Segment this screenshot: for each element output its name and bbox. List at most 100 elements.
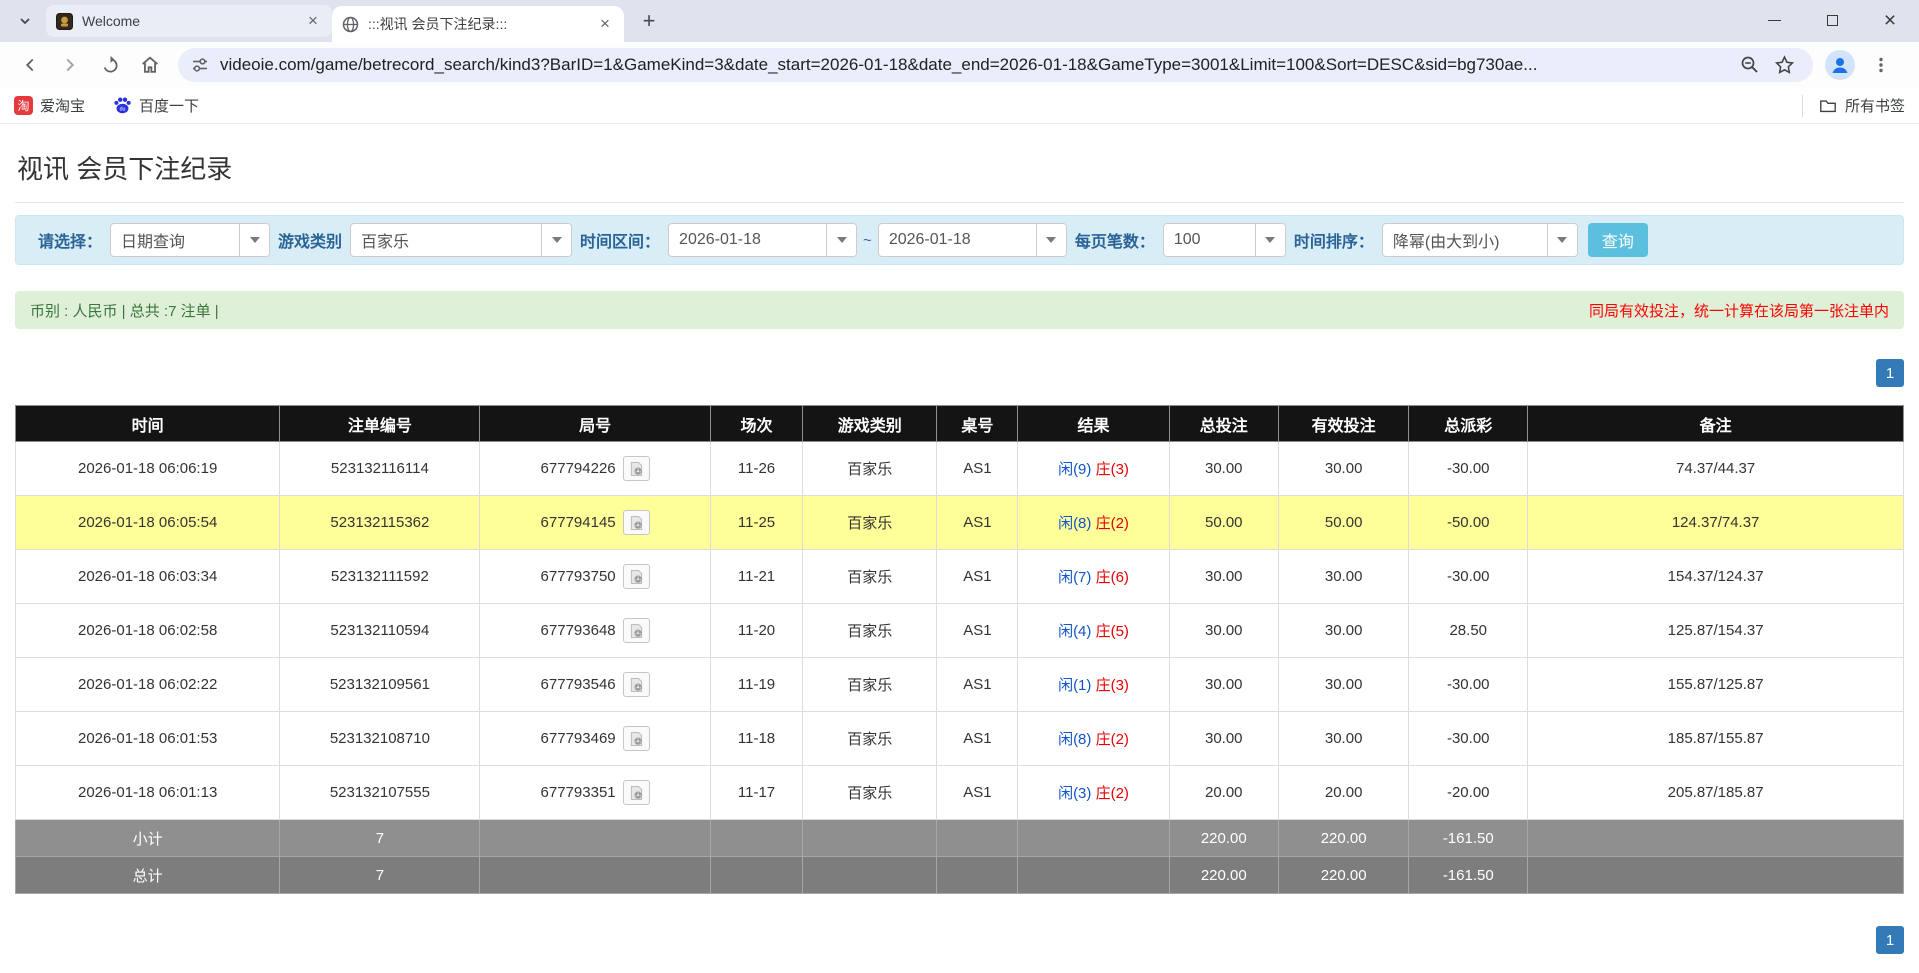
- cell-bet-id: 523132110594: [280, 604, 480, 658]
- cell-time: 2026-01-18 06:03:34: [16, 550, 280, 604]
- date-end-select[interactable]: 2026-01-18: [878, 223, 1067, 257]
- cell-game-kind: 百家乐: [803, 550, 937, 604]
- video-replay-icon: [627, 730, 646, 748]
- all-bookmarks-button[interactable]: 所有书签: [1802, 95, 1905, 117]
- sort-select[interactable]: 降幂(由大到小): [1382, 223, 1578, 257]
- cell-session: 11-25: [710, 496, 803, 550]
- cell-game-kind: 百家乐: [803, 712, 937, 766]
- tab-close-icon[interactable]: ×: [304, 11, 322, 31]
- bet-records-table: 时间注单编号局号场次游戏类别桌号结果总投注有效投注总派彩备注 2026-01-1…: [15, 405, 1904, 894]
- dropdown-toggle[interactable]: [1036, 224, 1066, 256]
- bookmark-star-icon[interactable]: [1767, 50, 1801, 80]
- header-row: 时间注单编号局号场次游戏类别桌号结果总投注有效投注总派彩备注: [16, 406, 1904, 442]
- cell-empty: [480, 857, 710, 894]
- video-replay-button[interactable]: [623, 456, 650, 481]
- column-header-10: 备注: [1528, 406, 1904, 442]
- dropdown-toggle[interactable]: [1255, 224, 1285, 256]
- column-header-9: 总派彩: [1409, 406, 1528, 442]
- close-button[interactable]: ×: [1861, 0, 1919, 40]
- new-tab-button[interactable]: +: [634, 6, 664, 36]
- dropdown-toggle[interactable]: [541, 224, 571, 256]
- result-banker: 庄(2): [1096, 515, 1129, 532]
- date-start-select[interactable]: 2026-01-18: [668, 223, 857, 257]
- page-number-button[interactable]: 1: [1876, 359, 1904, 387]
- cell-empty: [803, 820, 937, 857]
- tab-welcome[interactable]: Welcome ×: [46, 5, 332, 37]
- column-header-2: 局号: [480, 406, 710, 442]
- dropdown-toggle[interactable]: [826, 224, 856, 256]
- result-banker: 庄(6): [1096, 569, 1129, 586]
- cell-valid-bet: 30.00: [1279, 604, 1409, 658]
- tune-icon[interactable]: [190, 55, 210, 75]
- cell-time: 2026-01-18 06:02:58: [16, 604, 280, 658]
- bookmark-label: 爱淘宝: [40, 95, 85, 116]
- video-replay-button[interactable]: [623, 780, 650, 805]
- cell-bet-id: 523132116114: [280, 442, 480, 496]
- search-button[interactable]: 查询: [1588, 223, 1648, 257]
- cell-empty: [1018, 857, 1169, 894]
- video-replay-button[interactable]: [623, 726, 650, 751]
- cell-time: 2026-01-18 06:01:13: [16, 766, 280, 820]
- cell-summary-label: 总计: [16, 857, 280, 894]
- folder-icon: [1819, 96, 1838, 115]
- cell-time: 2026-01-18 06:06:19: [16, 442, 280, 496]
- payout-cell: -50.00: [1409, 496, 1528, 550]
- table-row: 2026-01-18 06:02:58 523132110594 6777936…: [16, 604, 1904, 658]
- dropdown-toggle[interactable]: [1547, 224, 1577, 256]
- game-kind-select[interactable]: 百家乐: [350, 223, 572, 257]
- zoom-out-icon[interactable]: [1733, 50, 1767, 80]
- dropdown-toggle[interactable]: [239, 224, 269, 256]
- cell-table-no: AS1: [937, 766, 1018, 820]
- cell-bet-id: 523132109561: [280, 658, 480, 712]
- payout-cell: -30.00: [1409, 550, 1528, 604]
- cell-table-no: AS1: [937, 712, 1018, 766]
- video-replay-icon: [627, 784, 646, 802]
- cell-summary-label: 小计: [16, 820, 280, 857]
- round-number: 677794226: [541, 460, 616, 477]
- cell-round: 677793648: [480, 604, 710, 658]
- minimize-button[interactable]: [1745, 0, 1803, 40]
- pagination-bottom: 1: [15, 926, 1904, 954]
- per-page-select[interactable]: 100: [1163, 223, 1286, 257]
- cell-bet-id: 523132111592: [280, 550, 480, 604]
- cell-note: 155.87/125.87: [1528, 658, 1904, 712]
- query-type-select[interactable]: 日期查询: [110, 223, 270, 257]
- video-replay-button[interactable]: [623, 564, 650, 589]
- video-replay-button[interactable]: [623, 672, 650, 697]
- bookmark-item-taobao[interactable]: 淘 爱淘宝: [14, 95, 85, 116]
- back-button[interactable]: [10, 45, 50, 85]
- page-number-button[interactable]: 1: [1876, 926, 1904, 954]
- window-controls: ×: [1745, 0, 1919, 40]
- forward-icon: [59, 54, 81, 76]
- tab-close-icon[interactable]: ×: [596, 14, 614, 34]
- currency-summary: 币别 : 人民币 | 总共 :7 注单 |: [30, 300, 219, 321]
- url-bar[interactable]: videoie.com/game/betrecord_search/kind3?…: [178, 48, 1813, 82]
- reload-button[interactable]: [90, 45, 130, 85]
- maximize-button[interactable]: [1803, 0, 1861, 40]
- tab-bet-record[interactable]: :::视讯 会员下注纪录::: ×: [332, 6, 624, 42]
- cell-empty: [480, 820, 710, 857]
- cell-empty: [1528, 820, 1904, 857]
- browser-toolbar: videoie.com/game/betrecord_search/kind3?…: [0, 42, 1919, 88]
- menu-button[interactable]: [1861, 45, 1901, 85]
- summary-bar: 币别 : 人民币 | 总共 :7 注单 | 同局有效投注，统一计算在该局第一张注…: [15, 291, 1904, 329]
- payout-cell: -161.50: [1409, 820, 1528, 857]
- filter-panel: 请选择： 日期查询 游戏类别 百家乐 时间区间： 2026-01-18 ~ 20…: [15, 215, 1904, 265]
- summary-row: 小计 7 220.00 220.00 -161.50: [16, 820, 1904, 857]
- video-replay-button[interactable]: [623, 510, 650, 535]
- tab-search-button[interactable]: [10, 6, 40, 36]
- cell-note: 74.37/44.37: [1528, 442, 1904, 496]
- profile-avatar[interactable]: [1825, 50, 1855, 80]
- query-type-value: 日期查询: [111, 224, 239, 256]
- bookmark-item-baidu[interactable]: du 百度一下: [113, 95, 199, 116]
- video-replay-button[interactable]: [623, 618, 650, 643]
- cell-empty: [937, 820, 1018, 857]
- tab-title: Welcome: [82, 13, 304, 29]
- cell-result: 闲(8) 庄(2): [1018, 496, 1169, 550]
- table-footer: 小计 7 220.00 220.00 -161.50 总计 7 220.00 2…: [16, 820, 1904, 894]
- bookmark-label: 百度一下: [139, 95, 199, 116]
- cell-result: 闲(3) 庄(2): [1018, 766, 1169, 820]
- column-header-6: 结果: [1018, 406, 1169, 442]
- forward-button[interactable]: [50, 45, 90, 85]
- home-button[interactable]: [130, 45, 170, 85]
